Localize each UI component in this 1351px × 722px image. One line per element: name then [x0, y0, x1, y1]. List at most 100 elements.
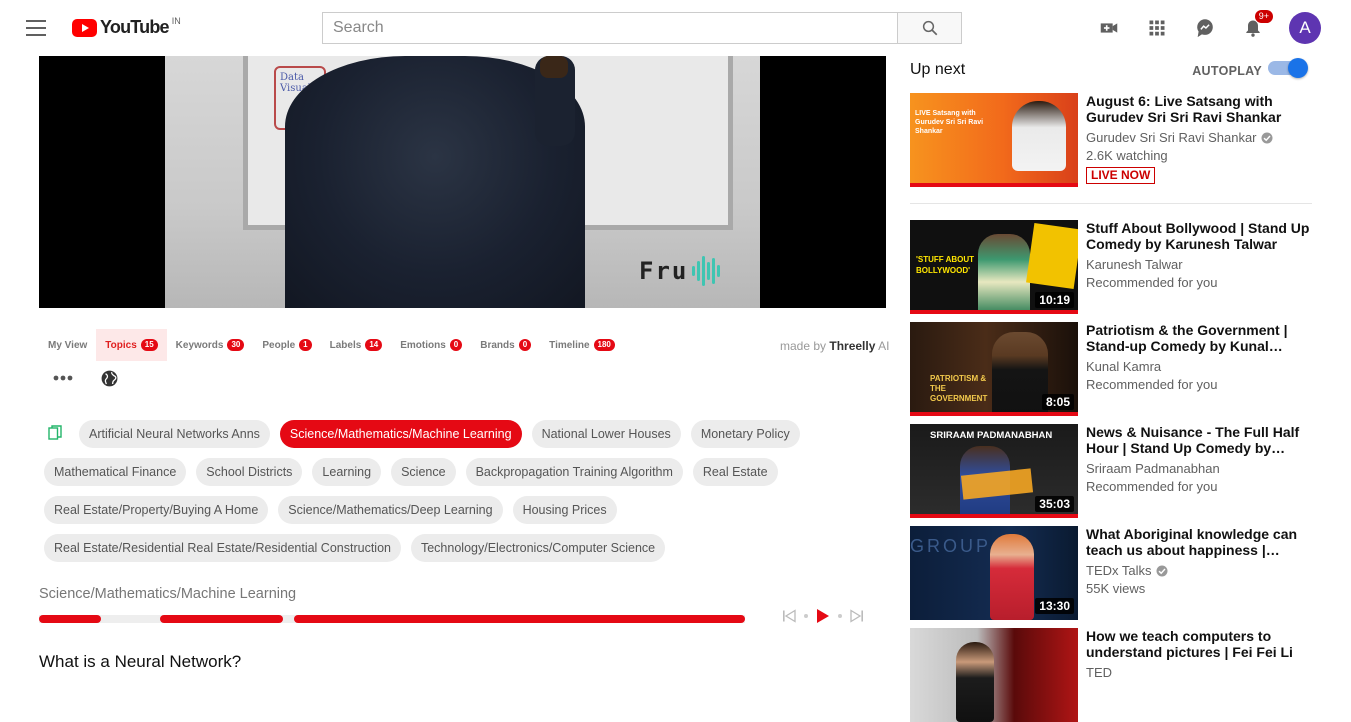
tab-my-view[interactable]: My View: [39, 329, 96, 361]
messages-button[interactable]: [1193, 16, 1217, 40]
video-watermark: Fru: [639, 256, 721, 286]
topic-chip[interactable]: Real Estate/Residential Real Estate/Resi…: [44, 534, 401, 562]
search-input[interactable]: [322, 12, 897, 44]
video-card[interactable]: How we teach computers to understand pic…: [910, 628, 1312, 722]
tab-keywords[interactable]: Keywords 30: [167, 329, 254, 361]
video-thumbnail[interactable]: [910, 628, 1078, 722]
tab-brands[interactable]: Brands 0: [471, 329, 540, 361]
youtube-logo[interactable]: YouTube IN: [72, 16, 181, 38]
topic-chip[interactable]: School Districts: [196, 458, 303, 486]
video-duration: 8:05: [1041, 394, 1074, 410]
tab-label: Emotions: [400, 339, 446, 351]
tab-count-badge: 0: [449, 339, 463, 351]
notifications-button[interactable]: 9+: [1241, 9, 1274, 40]
topic-chip[interactable]: Science/Mathematics/Deep Learning: [278, 496, 503, 524]
notification-count-badge: 9+: [1253, 9, 1274, 24]
search-bar: [322, 12, 962, 44]
video-player[interactable]: Data Visual Fru: [39, 56, 886, 308]
header-actions: 9+ A: [1097, 9, 1321, 44]
toggle-knob: [1288, 58, 1308, 78]
channel-name: Kunal Kamra: [1086, 359, 1162, 374]
topic-chips: Artificial Neural Networks Anns Science/M…: [44, 420, 864, 572]
video-thumbnail[interactable]: 'STUFF ABOUT BOLLYWOOD' 10:19: [910, 220, 1078, 314]
verified-icon: [1156, 565, 1167, 577]
video-thumbnail[interactable]: LIVE Satsang with Gurudev Sri Sri Ravi S…: [910, 93, 1078, 187]
video-thumbnail[interactable]: PATRIOTISM & THE GOVERNMENT 8:05: [910, 322, 1078, 416]
video-card[interactable]: GROUP 13:30 What Aboriginal knowledge ca…: [910, 526, 1312, 620]
video-thumbnail[interactable]: GROUP 13:30: [910, 526, 1078, 620]
video-info: Stuff About Bollywood | Stand Up Comedy …: [1086, 220, 1312, 292]
topic-timeline[interactable]: [39, 615, 745, 623]
thumbnail-caption: PATRIOTISM & THE GOVERNMENT: [930, 374, 988, 403]
menu-icon[interactable]: [26, 20, 46, 36]
live-now-badge: LIVE NOW: [1086, 167, 1156, 184]
logo-text: YouTube: [100, 17, 170, 37]
made-by-brand: Threelly: [829, 339, 876, 353]
topic-chip[interactable]: Mathematical Finance: [44, 458, 187, 486]
play-icon[interactable]: [816, 608, 830, 624]
timeline-segment[interactable]: [39, 615, 102, 623]
tab-people[interactable]: People 1: [253, 329, 320, 361]
channel-name-row[interactable]: Karunesh Talwar: [1086, 256, 1312, 274]
topic-chip[interactable]: Science: [391, 458, 456, 486]
channel-name-row[interactable]: Gurudev Sri Sri Ravi Shankar: [1086, 129, 1312, 147]
autoplay-toggle[interactable]: [1268, 58, 1308, 78]
create-video-button[interactable]: [1097, 16, 1121, 40]
topic-chip[interactable]: Housing Prices: [512, 496, 617, 524]
up-next-sidebar: Up next AUTOPLAY LIVE Satsang with Gurud…: [910, 56, 1312, 722]
topic-chip[interactable]: Technology/Electronics/Computer Science: [410, 534, 666, 562]
channel-name-row[interactable]: Kunal Kamra: [1086, 358, 1312, 376]
topic-chip[interactable]: Real Estate: [692, 458, 778, 486]
thumbnail-caption: GROUP: [910, 536, 992, 556]
globe-icon[interactable]: [100, 369, 119, 388]
channel-name-row[interactable]: TED: [1086, 664, 1312, 682]
soundwave-icon: [692, 256, 721, 286]
timeline-segment[interactable]: [159, 615, 284, 623]
copy-icon[interactable]: [48, 425, 62, 441]
tab-emotions[interactable]: Emotions 0: [391, 329, 471, 361]
tab-labels[interactable]: Labels 14: [321, 329, 392, 361]
topic-chip[interactable]: Backpropagation Training Algorithm: [465, 458, 683, 486]
video-info: News & Nuisance - The Full Half Hour | S…: [1086, 424, 1312, 496]
video-card[interactable]: 'STUFF ABOUT BOLLYWOOD' 10:19 Stuff Abou…: [910, 220, 1312, 314]
tab-topics[interactable]: Topics 15: [96, 329, 167, 361]
more-dots-icon[interactable]: [52, 368, 74, 388]
video-card[interactable]: LIVE Satsang with Gurudev Sri Sri Ravi S…: [910, 93, 1312, 187]
topic-chip[interactable]: Learning: [312, 458, 382, 486]
tab-count-badge: 0: [518, 339, 532, 351]
topic-chip[interactable]: Monetary Policy: [690, 420, 800, 448]
channel-name: Karunesh Talwar: [1086, 257, 1183, 272]
chip-row: Artificial Neural Networks Anns Science/M…: [44, 420, 864, 448]
tab-label: Keywords: [175, 339, 224, 351]
channel-name-row[interactable]: Sriraam Padmanabhan: [1086, 460, 1312, 478]
topic-chip[interactable]: Science/Mathematics/Machine Learning: [279, 420, 522, 448]
channel-name-row[interactable]: TEDx Talks: [1086, 562, 1312, 580]
chip-row: Real Estate/Residential Real Estate/Resi…: [44, 534, 864, 562]
apps-button[interactable]: [1145, 16, 1169, 40]
search-button[interactable]: [897, 12, 962, 44]
channel-name: Sriraam Padmanabhan: [1086, 461, 1220, 476]
skip-previous-icon[interactable]: [782, 609, 796, 623]
tab-label: Timeline: [549, 339, 590, 351]
video-card[interactable]: SRIRAAM PADMANABHAN 35:03 News & Nuisanc…: [910, 424, 1312, 518]
video-meta: 2.6K watching: [1086, 148, 1168, 163]
extra-actions: [52, 368, 119, 388]
tab-label: Topics: [105, 339, 137, 351]
thumbnail-caption: LIVE Satsang with Gurudev Sri Sri Ravi S…: [915, 110, 984, 135]
topic-chip[interactable]: Real Estate/Property/Buying A Home: [44, 496, 269, 524]
search-icon: [922, 20, 937, 36]
made-by-credit[interactable]: made by Threelly AI: [780, 339, 889, 353]
skip-next-icon[interactable]: [850, 609, 864, 623]
autoplay-label: AUTOPLAY: [1192, 64, 1262, 78]
topic-chip[interactable]: National Lower Houses: [531, 420, 681, 448]
topic-chip[interactable]: Artificial Neural Networks Anns: [79, 420, 270, 448]
timeline-segment[interactable]: [293, 615, 745, 623]
tab-label: Labels: [329, 339, 362, 351]
video-info: What Aboriginal knowledge can teach us a…: [1086, 526, 1312, 598]
video-card[interactable]: PATRIOTISM & THE GOVERNMENT 8:05 Patriot…: [910, 322, 1312, 416]
channel-name: TED: [1086, 665, 1112, 680]
tab-timeline[interactable]: Timeline 180: [540, 329, 624, 361]
video-title: What is a Neural Network?: [39, 652, 242, 671]
avatar[interactable]: A: [1289, 12, 1321, 44]
video-thumbnail[interactable]: SRIRAAM PADMANABHAN 35:03: [910, 424, 1078, 518]
